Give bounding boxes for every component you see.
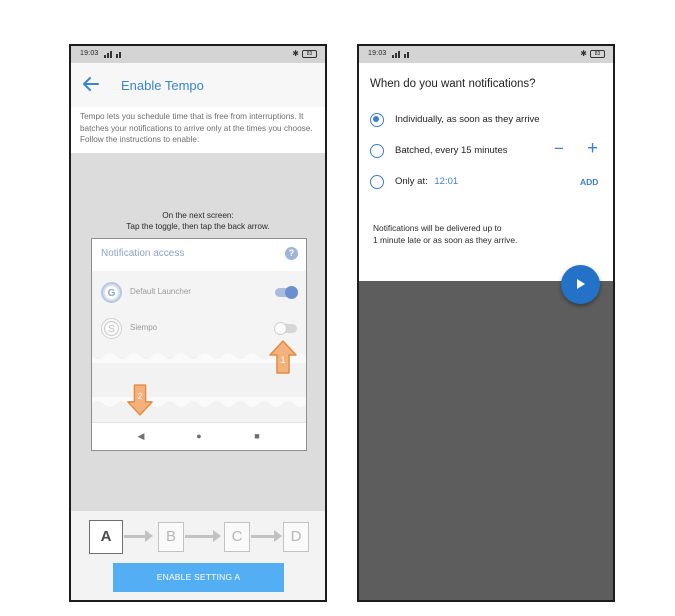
pointer-arrow-1-icon: 1 [269, 340, 297, 374]
notification-schedule-sheet: When do you want notifications? Individu… [359, 63, 613, 281]
instruction-text: On the next screen: Tap the toggle, then… [71, 210, 325, 232]
step-b: B [158, 522, 184, 552]
step-arrow-icon [251, 530, 282, 542]
status-time: 19:03 [80, 50, 99, 57]
help-icon: ? [285, 247, 298, 260]
intro-text: Tempo lets you schedule time that is fre… [71, 107, 325, 153]
option-label: Only at: [395, 176, 428, 187]
step-indicator: A B C D ENABLE SETTING A [71, 511, 325, 600]
preview-header: Notification access ? [92, 239, 306, 271]
radio-button-selected[interactable] [370, 113, 384, 127]
option-only-at[interactable]: Only at: 12:01 ADD [370, 174, 606, 192]
play-icon[interactable] [561, 265, 600, 304]
signal-icon [104, 51, 126, 58]
preview-title: Notification access [101, 248, 185, 259]
option-label: Individually, as soon as they arrive [395, 114, 540, 125]
siempo-icon-letter: S [108, 324, 115, 335]
pointer-2-label: 2 [138, 391, 143, 401]
instruction-line-2: Tap the toggle, then tap the back arrow. [126, 222, 270, 231]
delivery-note-line-2: 1 minute late or as soon as they arrive. [373, 235, 518, 245]
phone-screen-notification-schedule: 19:03 ✱ 83 When do you want notification… [357, 44, 615, 602]
preview-row-label: Siempo [130, 323, 158, 332]
toggle-on [275, 286, 298, 299]
option-batched[interactable]: Batched, every 15 minutes − + [370, 139, 606, 161]
bluetooth-icon: ✱ [580, 49, 587, 58]
bluetooth-icon: ✱ [292, 49, 299, 58]
google-icon-letter: G [108, 288, 116, 299]
preview-nav-bar: ◀ ● ■ [92, 422, 306, 450]
status-bar: 19:03 ✱ 83 [71, 46, 325, 63]
nav-home-icon: ● [196, 431, 202, 441]
add-time-button[interactable]: ADD [580, 177, 598, 187]
step-arrow-icon [185, 530, 221, 542]
toggle-off [274, 322, 297, 335]
step-c: C [224, 522, 250, 552]
nav-recents-icon: ■ [254, 431, 260, 441]
step-d: D [283, 522, 309, 552]
notification-access-preview: Notification access ? G Default Launcher… [91, 238, 307, 451]
battery-icon: 83 [590, 49, 605, 58]
nav-back-icon: ◀ [137, 431, 145, 441]
torn-edge-divider [92, 397, 306, 407]
instruction-line-1: On the next screen: [162, 211, 234, 220]
page-title: Enable Tempo [121, 78, 204, 93]
increase-interval-button[interactable]: + [587, 139, 598, 159]
google-icon: G [101, 282, 122, 303]
pointer-1-label: 1 [280, 355, 285, 365]
step-arrow-icon [124, 530, 153, 542]
arrow-left-icon[interactable] [81, 74, 101, 94]
step-a: A [89, 520, 123, 554]
preview-row-default-launcher: G Default Launcher [92, 275, 306, 309]
option-individually[interactable]: Individually, as soon as they arrive [370, 112, 606, 130]
decrease-interval-button[interactable]: − [554, 140, 564, 158]
preview-row-label: Default Launcher [130, 287, 191, 296]
radio-button[interactable] [370, 144, 384, 158]
time-value[interactable]: 12:01 [434, 176, 458, 187]
option-label: Batched, every 15 minutes [395, 145, 508, 156]
instruction-area: On the next screen: Tap the toggle, then… [71, 153, 325, 511]
signal-icon [392, 51, 414, 58]
delivery-note: Notifications will be delivered up to 1 … [373, 222, 517, 246]
radio-button[interactable] [370, 175, 384, 189]
option-label-wrap: Only at: 12:01 [395, 176, 458, 187]
enable-setting-button[interactable]: ENABLE SETTING A [113, 563, 284, 592]
battery-icon: 83 [302, 49, 317, 58]
pointer-arrow-2-icon: 2 [127, 384, 153, 416]
phone-screen-enable-tempo: 19:03 ✱ 83 Enable Tempo Tempo lets you s… [69, 44, 327, 602]
sheet-title: When do you want notifications? [370, 78, 536, 90]
siempo-icon: S [101, 318, 122, 339]
app-bar: Enable Tempo [71, 63, 325, 107]
status-time: 19:03 [368, 50, 387, 57]
delivery-note-line-1: Notifications will be delivered up to [373, 223, 502, 233]
status-bar: 19:03 ✱ 83 [359, 46, 613, 63]
